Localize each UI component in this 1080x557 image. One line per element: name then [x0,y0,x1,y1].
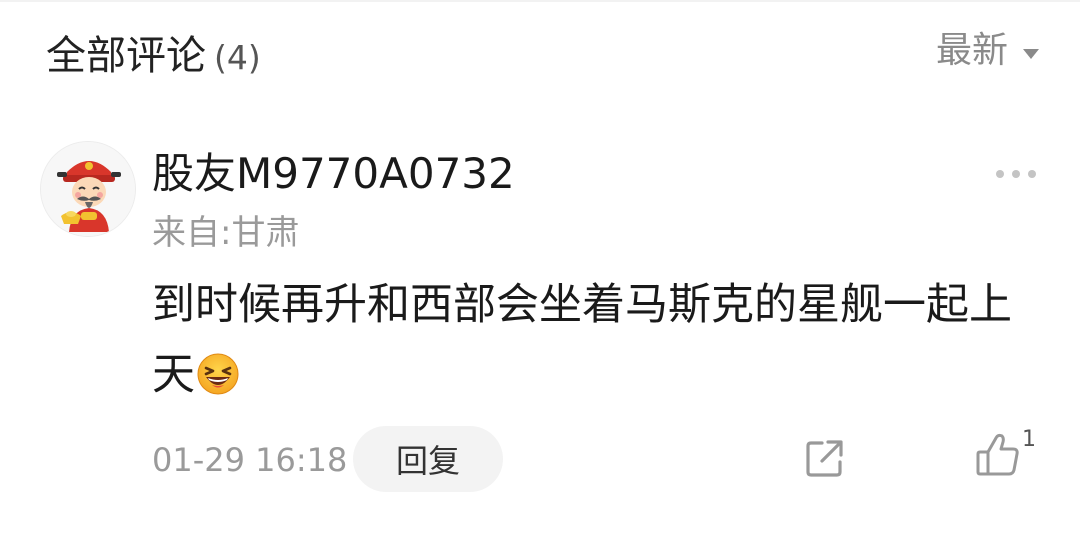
comments-count: (4) [214,38,261,77]
comment-timestamp: 01-29 16:18 [152,441,348,479]
comments-header: 全部评论 (4) 最新 [0,0,1080,110]
caret-down-icon [1022,45,1040,59]
more-options-button[interactable] [994,166,1038,180]
like-count: 1 [1022,427,1036,452]
comments-title: 全部评论 (4) [46,28,261,86]
more-dots-icon [996,170,1036,178]
comment-username[interactable]: 股友M9770A0732 [152,146,515,202]
sort-label: 最新 [935,30,1008,71]
god-of-wealth-avatar-icon [41,142,135,236]
comments-title-text: 全部评论 [46,33,206,79]
sort-dropdown[interactable]: 最新 [936,27,1040,75]
comment-item: 股友M9770A0732 来自:甘肃 到时候再升和西部会坐着马斯克的星舰一起上天 [0,130,1080,557]
reply-label: 回复 [395,443,460,479]
comment-text: 到时候再升和西部会坐着马斯克的星舰一起上天 [152,280,1012,400]
avatar[interactable] [40,141,136,237]
reply-button[interactable]: 回复 [353,426,503,492]
comment-body: 到时候再升和西部会坐着马斯克的星舰一起上天 [152,270,1037,410]
thumbs-up-icon [976,433,1019,476]
laughing-face-emoji-icon [197,346,239,395]
share-button[interactable] [804,438,846,480]
share-external-icon [806,440,843,477]
comment-location: 来自:甘肃 [152,213,300,253]
like-button[interactable]: 1 [976,427,1040,482]
